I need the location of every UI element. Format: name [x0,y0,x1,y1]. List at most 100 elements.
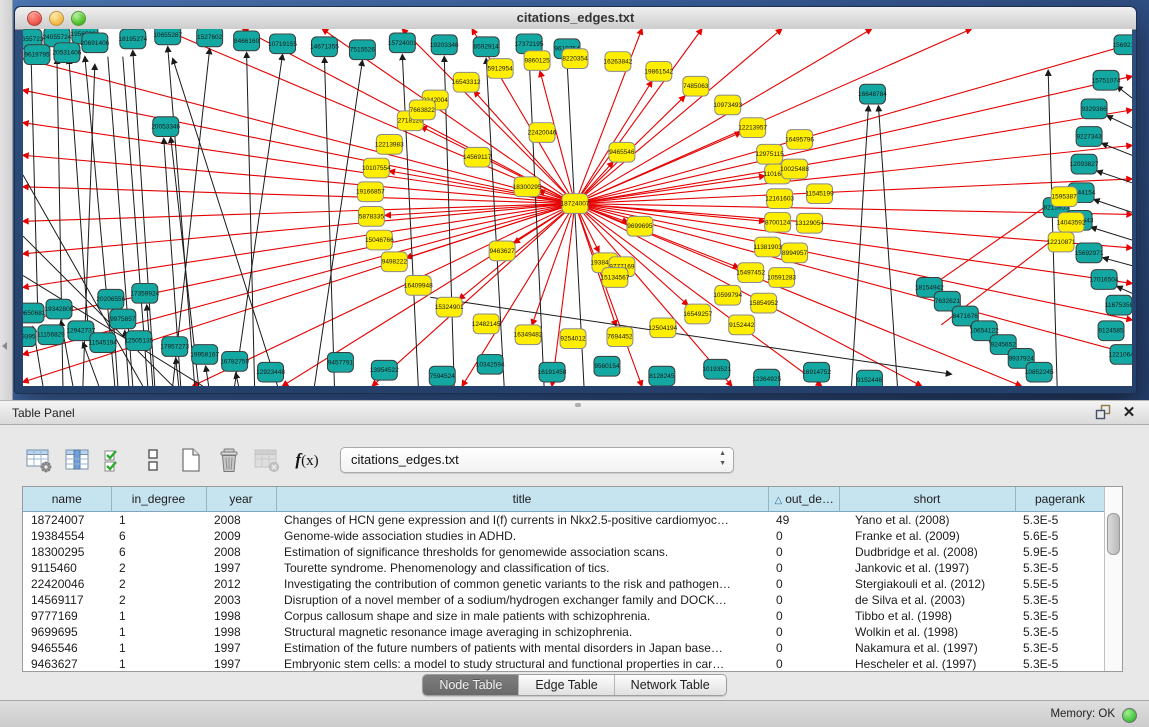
table-row[interactable]: 1830029562008Estimation of significance … [23,544,1105,560]
graph-node[interactable]: 9152446 [856,370,882,386]
graph-node[interactable]: 10591283 [767,268,796,288]
graph-node[interactable]: 11545194 [89,333,118,353]
graph-node[interactable]: 15854952 [749,293,778,313]
graph-node[interactable]: 12093827 [1070,154,1099,174]
graph-node[interactable]: 9560154 [594,356,620,376]
network-canvas[interactable]: 2065572324055724195658249619795205314062… [23,29,1132,386]
graph-node[interactable]: 20650681 [23,303,46,323]
graph-node[interactable]: 5912954 [487,59,513,79]
graph-node[interactable]: 12504194 [648,318,677,338]
table-select[interactable]: citations_edges.txt ▲▼ [340,447,734,473]
graph-node[interactable]: 14569117 [463,147,492,167]
graph-node[interactable]: 10655287 [153,29,182,45]
graph-node[interactable]: 8466160 [234,31,260,51]
graph-node[interactable]: 9227343 [1076,127,1102,147]
table-scrollbar[interactable] [1104,487,1122,671]
column-header-pagerank[interactable]: pagerank [1015,487,1105,512]
graph-node[interactable]: 10852245 [1025,362,1054,382]
graph-node[interactable]: 15724001 [388,33,417,53]
tab-edge-table[interactable]: Edge Table [519,675,614,695]
float-panel-icon[interactable] [1093,404,1113,422]
graph-node[interactable]: 17016504 [1090,270,1119,290]
graph-node[interactable]: 14671355 [310,37,339,57]
graph-node[interactable]: 7594524 [429,366,455,386]
graph-node[interactable]: 9975857 [110,309,136,329]
table-row[interactable]: 1456911722003Disruption of a novel membe… [23,592,1105,608]
tab-network-table[interactable]: Network Table [615,675,726,695]
graph-node[interactable]: 8220354 [562,49,588,69]
column-header-title[interactable]: title [276,487,768,512]
graph-node[interactable]: 1527602 [197,29,223,47]
graph-node[interactable]: 9619795 [24,45,50,65]
graph-node[interactable]: 20691406 [80,33,109,53]
table-panel-header[interactable]: Table Panel ✕ [0,400,1149,425]
graph-node[interactable]: 12210648 [1109,345,1132,365]
graph-node[interactable]: 11545199 [805,184,834,204]
tab-node-table[interactable]: Node Table [423,675,519,695]
graph-node[interactable]: 9254012 [560,329,586,349]
graph-node[interactable]: 9152442 [729,315,755,335]
graph-node[interactable]: 3919395 [23,327,36,347]
column-header-out_de[interactable]: △out_de… [768,487,839,512]
table-row[interactable]: 977716911998Corpus callosum shape and si… [23,608,1105,624]
graph-node[interactable]: 13954522 [370,360,399,380]
delete-table-icon[interactable] [250,444,284,476]
graph-node[interactable]: 16549257 [683,304,712,324]
table-row[interactable]: 911546021997Tourette syndrome. Phenomeno… [23,560,1105,576]
graph-node[interactable]: 19958167 [190,345,219,365]
graph-node[interactable]: 5878335 [358,207,384,227]
panel-drag-handle[interactable] [575,403,581,407]
graph-node[interactable]: 9465546 [609,142,635,162]
graph-node[interactable]: 19166857 [356,182,385,202]
graph-node[interactable]: 16495796 [785,130,814,150]
table-mode-icon[interactable] [22,444,56,476]
column-header-short[interactable]: short [839,487,1015,512]
window-titlebar[interactable]: citations_edges.txt [15,7,1136,30]
graph-node[interactable]: 8128245 [649,366,675,386]
graph-node[interactable]: 10342594 [476,354,505,374]
close-panel-icon[interactable]: ✕ [1119,404,1139,422]
column-header-name[interactable]: name [23,487,111,512]
graph-node[interactable]: 16782759 [220,351,249,371]
scrollbar-thumb[interactable] [1107,513,1120,555]
graph-node[interactable]: 19203346 [430,35,459,55]
graph-node[interactable]: 9124585 [1098,321,1124,341]
graph-node[interactable]: 12210871 [1047,232,1076,252]
graph-node[interactable]: 8592914 [473,37,499,57]
graph-node[interactable]: 20206556 [96,289,125,309]
graph-node[interactable]: 15497452 [736,263,765,283]
table-row[interactable]: 946554611997Estimation of the future num… [23,640,1105,656]
graph-node[interactable]: 9463627 [489,241,515,261]
graph-node[interactable]: 10107554 [362,158,391,178]
graph-node[interactable]: 18195274 [118,29,147,49]
row-height-icon[interactable] [136,444,170,476]
column-header-year[interactable]: year [206,487,276,512]
table-row[interactable]: 1872400712008Changes of HCN gene express… [23,512,1105,529]
graph-node[interactable]: 10193521 [702,359,731,379]
graph-node[interactable]: 7663822 [409,100,435,120]
graph-node[interactable]: 18300295 [513,177,542,197]
graph-node[interactable]: 9329366 [1081,99,1107,119]
create-column-icon[interactable] [174,444,208,476]
table-row[interactable]: 946362711997Embryonic stem cells: a mode… [23,656,1105,672]
table-row[interactable]: 2242004622012Investigating the contribut… [23,576,1105,592]
graph-node[interactable]: 12161603 [765,189,794,209]
graph-node[interactable]: 12505135 [124,331,153,351]
graph-node[interactable]: 12975115 [755,144,784,164]
graph-node[interactable]: 15751074 [1092,70,1121,90]
graph-node[interactable]: 16263842 [604,52,633,72]
graph-node[interactable]: 7694452 [607,327,633,347]
column-header-in_degree[interactable]: in_degree [111,487,206,512]
graph-node[interactable]: 11381903 [753,237,782,257]
graph-node[interactable]: 16648784 [858,84,887,104]
graph-node[interactable]: 9860125 [524,51,550,71]
table-row[interactable]: 1938455462009Genome-wide association stu… [23,528,1105,544]
graph-node[interactable]: 9699695 [627,216,653,236]
graph-node[interactable]: 16191458 [538,362,567,382]
graph-node[interactable]: 11675358 [1105,295,1132,315]
graph-node[interactable]: 15134567 [601,268,630,288]
graph-node[interactable]: 19342808 [45,299,74,319]
column-visibility-icon[interactable] [60,444,94,476]
graph-node[interactable]: 12482145 [472,314,501,334]
graph-node[interactable]: 12213957 [738,118,767,138]
